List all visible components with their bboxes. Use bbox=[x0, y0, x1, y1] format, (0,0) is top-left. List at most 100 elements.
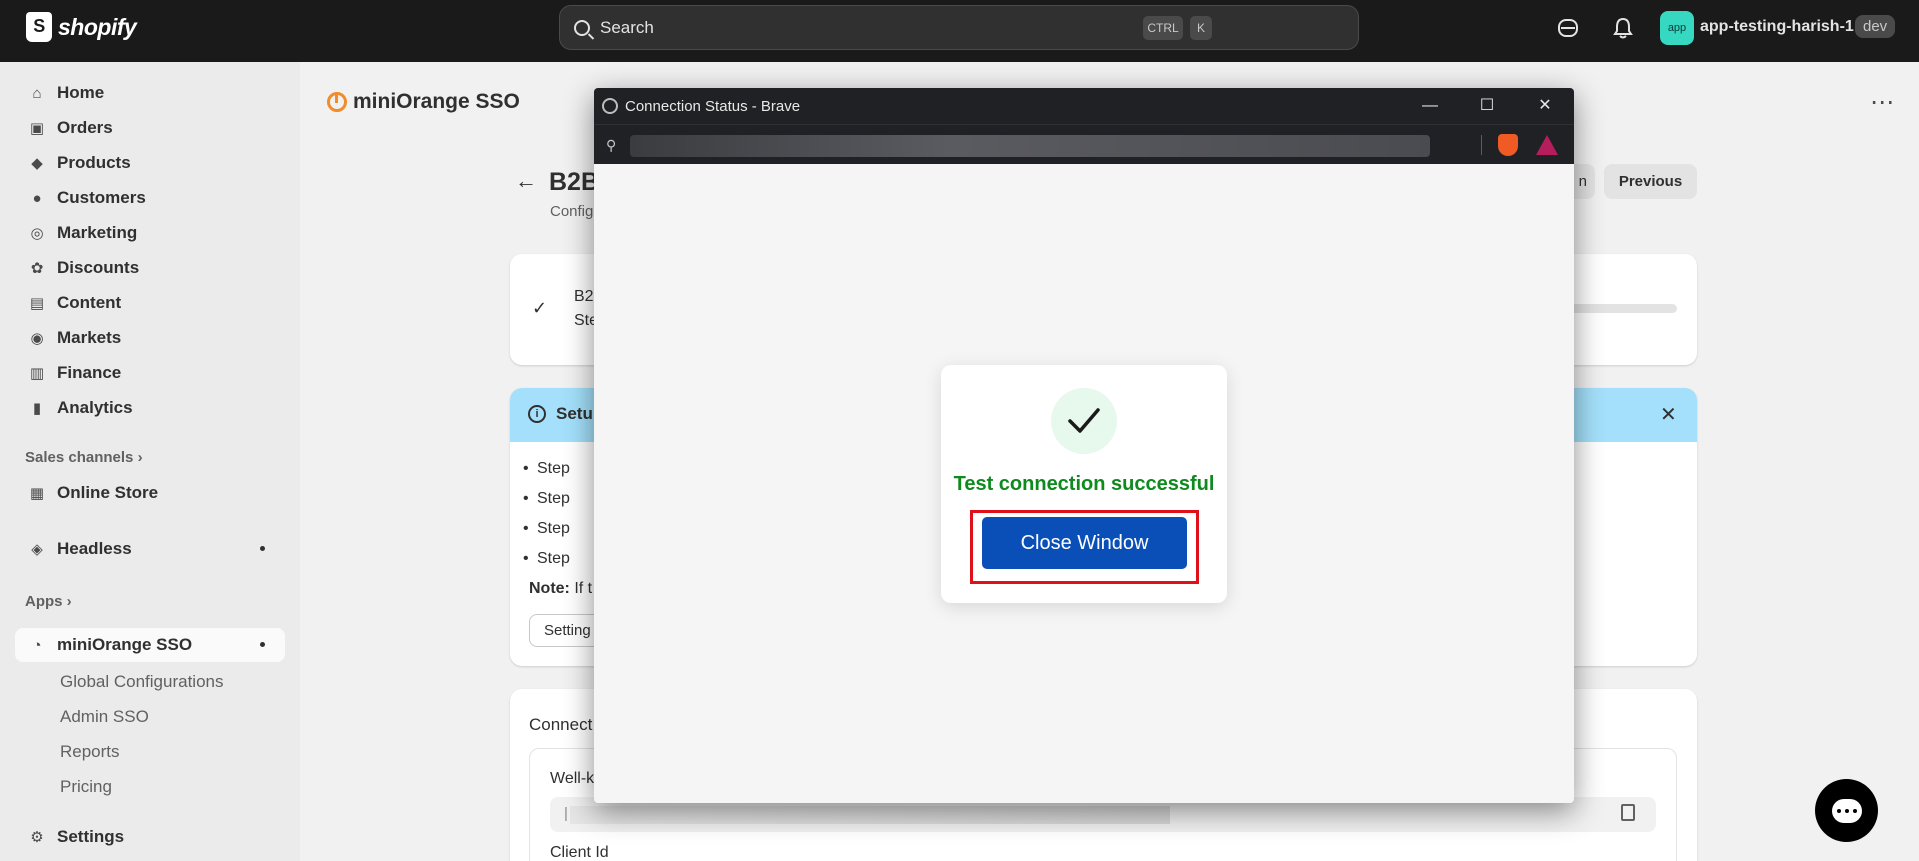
tag-icon: ◆ bbox=[31, 155, 43, 172]
target-icon: ◎ bbox=[30, 225, 44, 242]
sidebar-item-headless[interactable]: ◈ Headless bbox=[15, 532, 285, 566]
sales-channels-header[interactable]: Sales channels › bbox=[25, 449, 143, 466]
toolbar-divider bbox=[1481, 135, 1482, 155]
apps-label: Apps bbox=[25, 593, 63, 610]
sidebar-item-content[interactable]: ▤ Content bbox=[15, 286, 285, 320]
sidebar-item-label: Marketing bbox=[57, 223, 138, 242]
progress-bar bbox=[1560, 304, 1677, 313]
home-icon: ⌂ bbox=[32, 84, 42, 102]
back-arrow-icon[interactable]: ← bbox=[515, 168, 537, 194]
shortcut-k: K bbox=[1190, 16, 1212, 40]
sidebar-item-label: Settings bbox=[57, 827, 125, 846]
sidebar-item-orders[interactable]: ▣ Orders bbox=[15, 111, 285, 145]
list-item: Step bbox=[523, 520, 570, 538]
globe-icon bbox=[602, 98, 618, 114]
sidebar-item-label: Home bbox=[57, 83, 105, 102]
miniorange-logo-icon bbox=[327, 92, 347, 112]
brave-shields-icon[interactable] bbox=[1498, 134, 1518, 156]
sidebar-item-miniorange-sso[interactable]: ◔ miniOrange SSO bbox=[15, 628, 285, 662]
sidebar-item-label: Orders bbox=[57, 118, 113, 137]
person-icon: ● bbox=[32, 189, 42, 207]
popup-browser-window: Connection Status - Brave — ☐ ✕ ⚲ Test c… bbox=[594, 88, 1574, 803]
sidebar-subitem-reports[interactable]: Reports bbox=[60, 742, 120, 762]
sidebar-subitem-global-configurations[interactable]: Global Configurations bbox=[60, 672, 223, 692]
sidebar-item-label: Analytics bbox=[57, 398, 133, 417]
bank-icon: ▥ bbox=[29, 365, 45, 382]
apps-header[interactable]: Apps › bbox=[25, 593, 72, 610]
chevron-right-icon: › bbox=[66, 593, 72, 610]
sidebar-item-label: Content bbox=[57, 293, 122, 312]
status-line-1: B2 bbox=[574, 288, 594, 305]
connection-status-dialog: Test connection successful Close Window bbox=[941, 365, 1227, 603]
sidebar-item-customers[interactable]: ● Customers bbox=[15, 181, 285, 215]
note-label: Note: bbox=[529, 580, 570, 597]
logo-text: shopify bbox=[58, 13, 137, 40]
inbox-icon: ▣ bbox=[29, 120, 45, 137]
sidebar-item-home[interactable]: ⌂ Home bbox=[15, 76, 285, 110]
sidebar-item-marketing[interactable]: ◎ Marketing bbox=[15, 216, 285, 250]
sidebar-item-markets[interactable]: ◉ Markets bbox=[15, 321, 285, 355]
success-message: Test connection successful bbox=[953, 473, 1215, 495]
browser-toolbar: ⚲ bbox=[594, 124, 1574, 164]
client-id-label: Client Id bbox=[550, 844, 609, 861]
shopify-bag-icon bbox=[26, 12, 52, 42]
banner-title: i Setup bbox=[528, 404, 603, 424]
sidebar-item-online-store[interactable]: ▦ Online Store bbox=[15, 476, 285, 510]
brave-rewards-icon[interactable] bbox=[1536, 135, 1558, 155]
sidebar: ⌂ Home ▣ Orders ◆ Products ● Customers ◎ Mark… bbox=[0, 62, 300, 861]
sidebar-subitem-pricing[interactable]: Pricing bbox=[60, 777, 112, 797]
clipboard-icon[interactable] bbox=[1621, 804, 1635, 821]
sidebar-item-finance[interactable]: ▥ Finance bbox=[15, 356, 285, 390]
unread-dot bbox=[260, 642, 265, 647]
success-check-icon bbox=[1051, 388, 1117, 454]
sales-channels-label: Sales channels bbox=[25, 449, 134, 466]
shopify-logo[interactable]: shopify bbox=[26, 12, 137, 42]
search-input[interactable] bbox=[600, 17, 1200, 38]
sidebar-item-label: Finance bbox=[57, 363, 122, 382]
sidebar-item-label: Products bbox=[57, 153, 131, 172]
sidekick-icon[interactable] bbox=[1557, 17, 1579, 39]
image-icon: ▤ bbox=[29, 295, 45, 312]
search-icon bbox=[574, 19, 590, 36]
sidebar-item-analytics[interactable]: ▮ Analytics bbox=[15, 391, 285, 425]
window-titlebar: Connection Status - Brave — ☐ ✕ bbox=[594, 88, 1574, 124]
maximize-icon[interactable]: ☐ bbox=[1475, 94, 1499, 118]
sidebar-item-products[interactable]: ◆ Products bbox=[15, 146, 285, 180]
previous-button[interactable]: Previous bbox=[1604, 164, 1697, 199]
discount-icon: ✿ bbox=[30, 260, 44, 277]
close-window-button[interactable]: Close Window bbox=[982, 517, 1187, 569]
minimize-icon[interactable]: — bbox=[1418, 94, 1442, 118]
sidebar-item-discounts[interactable]: ✿ Discounts bbox=[15, 251, 285, 285]
note-text: Note: If t bbox=[529, 580, 592, 598]
dev-badge: dev bbox=[1855, 15, 1896, 38]
close-icon[interactable]: ✕ bbox=[1660, 402, 1677, 427]
note-body: If t bbox=[569, 580, 593, 597]
chevron-right-icon: › bbox=[137, 449, 143, 466]
chat-button[interactable] bbox=[1815, 779, 1878, 842]
close-window-icon[interactable]: ✕ bbox=[1533, 94, 1557, 118]
site-settings-icon[interactable]: ⚲ bbox=[606, 137, 616, 154]
connection-label: Connect bbox=[529, 715, 593, 734]
app-title: miniOrange SSO bbox=[327, 90, 520, 114]
gear-icon: ⚙ bbox=[30, 829, 44, 846]
store-name[interactable]: app-testing-harish-1 bbox=[1700, 18, 1854, 36]
sidebar-subitem-admin-sso[interactable]: Admin SSO bbox=[60, 707, 149, 727]
sidebar-item-label: Discounts bbox=[57, 258, 140, 277]
search-bar[interactable]: CTRL K bbox=[559, 5, 1359, 50]
sidebar-item-settings[interactable]: ⚙ Settings bbox=[15, 820, 285, 854]
address-bar[interactable] bbox=[630, 135, 1430, 157]
info-icon: i bbox=[528, 405, 546, 423]
check-circle-icon: ✓ bbox=[532, 298, 548, 318]
list-item: Step bbox=[523, 550, 570, 568]
sidebar-item-label: Customers bbox=[57, 188, 146, 207]
store-icon: ▦ bbox=[29, 485, 45, 502]
chat-icon bbox=[1831, 798, 1862, 823]
bell-icon[interactable] bbox=[1612, 17, 1634, 39]
page-title: B2B bbox=[549, 168, 600, 196]
top-bar: shopify CTRL K app app-testing-harish-1 … bbox=[0, 0, 1919, 62]
sidebar-item-label: miniOrange SSO bbox=[57, 635, 193, 654]
sidebar-item-label: Online Store bbox=[57, 483, 159, 502]
app-title-text: miniOrange SSO bbox=[353, 90, 520, 113]
more-actions-icon[interactable]: ⋯ bbox=[1870, 88, 1895, 117]
store-avatar[interactable]: app bbox=[1660, 11, 1694, 45]
